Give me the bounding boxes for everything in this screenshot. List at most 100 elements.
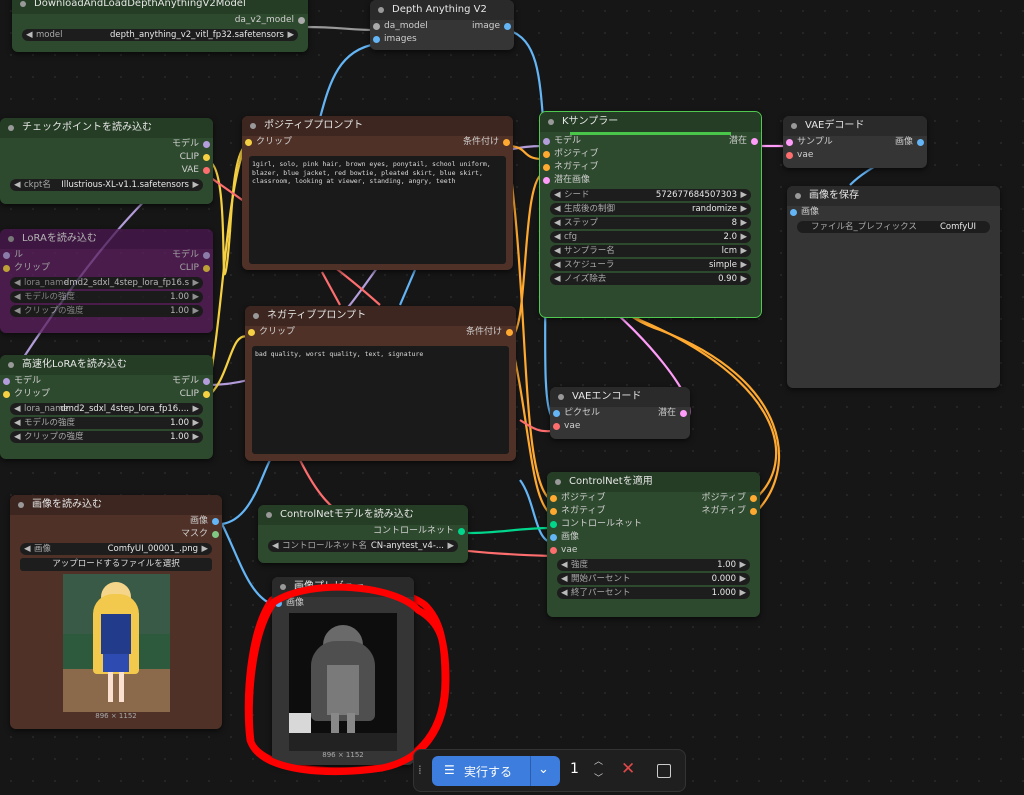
arrow-left-icon[interactable]: ◀: [14, 305, 21, 317]
output-socket[interactable]: [203, 378, 210, 385]
arrow-left-icon[interactable]: ◀: [554, 203, 561, 215]
image-combo[interactable]: ◀ 画像 ComfyUI_00001_.png ▶: [20, 543, 212, 555]
output-socket[interactable]: [750, 508, 757, 515]
node-positive-prompt[interactable]: ポジティブプロンプト クリップ 条件付け 1girl, solo, pink ha…: [242, 116, 513, 270]
node-save-image[interactable]: 画像を保存 画像 ファイル名_プレフィックス ComfyUI: [787, 186, 1000, 388]
clear-queue-icon[interactable]: [657, 764, 671, 778]
strength-widget[interactable]: ◀ 強度 1.00 ▶: [557, 559, 750, 571]
node-da-loader[interactable]: DownloadAndLoadDepthAnythingV2Model da_v…: [12, 0, 308, 52]
arrow-left-icon[interactable]: ◀: [272, 540, 279, 552]
steps-widget[interactable]: ◀ ステップ 8 ▶: [550, 217, 751, 229]
model-combo[interactable]: ◀ model depth_anything_v2_vitl_fp32.safete…: [22, 29, 298, 41]
node-checkpoint[interactable]: チェックポイントを読み込む モデル CLIP VAE ◀ ckpt名 Illustr…: [0, 118, 213, 204]
arrow-left-icon[interactable]: ◀: [554, 217, 561, 229]
output-socket[interactable]: [203, 391, 210, 398]
input-socket[interactable]: [543, 164, 550, 171]
scheduler-widget[interactable]: ◀ スケジューラ simple ▶: [550, 259, 751, 271]
arrow-right-icon[interactable]: ▶: [739, 559, 746, 571]
output-socket[interactable]: [298, 17, 305, 24]
arrow-left-icon[interactable]: ◀: [14, 417, 21, 429]
clip-strength[interactable]: ◀ クリップの強度 1.00 ▶: [10, 431, 203, 443]
arrow-left-icon[interactable]: ◀: [14, 403, 21, 415]
drag-handle-icon[interactable]: ⁞: [418, 763, 422, 777]
input-socket[interactable]: [248, 329, 255, 336]
arrow-right-icon[interactable]: ▶: [192, 179, 199, 191]
node-vae-decode[interactable]: VAEデコード サンプル 画像 vae: [783, 116, 927, 168]
ckpt-combo[interactable]: ◀ ckpt名 Illustrious-XL-v1.1.safetensors ▶: [10, 179, 203, 191]
batch-count[interactable]: 1: [570, 761, 579, 777]
input-socket[interactable]: [543, 138, 550, 145]
input-socket[interactable]: [550, 534, 557, 541]
node-ksampler[interactable]: Kサンプラー モデル 潜在 ポジティブ ネガティブ 潜在画像 ◀ シード 572677…: [539, 111, 762, 318]
arrow-left-icon[interactable]: ◀: [561, 587, 568, 599]
prompt-textarea[interactable]: 1girl, solo, pink hair, brown eyes, pony…: [249, 156, 506, 264]
output-socket[interactable]: [212, 518, 219, 525]
input-socket[interactable]: [786, 152, 793, 159]
run-button[interactable]: ☰ 実行する ⌄: [432, 756, 560, 786]
arrow-right-icon[interactable]: ▶: [192, 403, 199, 415]
seed-widget[interactable]: ◀ シード 572677684507303 ▶: [550, 189, 751, 201]
input-socket[interactable]: [543, 177, 550, 184]
input-socket[interactable]: [550, 547, 557, 554]
output-socket[interactable]: [203, 167, 210, 174]
arrow-left-icon[interactable]: ◀: [554, 189, 561, 201]
input-socket[interactable]: [550, 495, 557, 502]
arrow-left-icon[interactable]: ◀: [554, 245, 561, 257]
arrow-right-icon[interactable]: ▶: [447, 540, 454, 552]
decrement-icon[interactable]: ﹀: [594, 771, 603, 784]
upload-button[interactable]: アップロードするファイルを選択: [20, 558, 212, 571]
lora-combo[interactable]: ◀ lora_name dmd2_sdxl_4step_lora_fp16.s ▶: [10, 277, 203, 289]
filename-prefix-widget[interactable]: ファイル名_プレフィックス ComfyUI: [797, 221, 990, 233]
cfg-widget[interactable]: ◀ cfg 2.0 ▶: [550, 231, 751, 243]
output-socket[interactable]: [751, 138, 758, 145]
output-socket[interactable]: [212, 531, 219, 538]
input-socket[interactable]: [3, 378, 10, 385]
arrow-right-icon[interactable]: ▶: [192, 305, 199, 317]
arrow-right-icon[interactable]: ▶: [740, 217, 747, 229]
arrow-right-icon[interactable]: ▶: [740, 231, 747, 243]
arrow-right-icon[interactable]: ▶: [192, 431, 199, 443]
input-socket[interactable]: [543, 151, 550, 158]
prompt-textarea[interactable]: bad quality, worst quality, text, signat…: [252, 346, 509, 454]
input-socket[interactable]: [373, 36, 380, 43]
input-socket[interactable]: [786, 139, 793, 146]
input-socket[interactable]: [3, 252, 10, 259]
input-socket[interactable]: [3, 265, 10, 272]
node-lora-fast[interactable]: 高速化LoRAを読み込む モデル モデル クリップ CLIP ◀ lora_name d…: [0, 355, 213, 459]
lora-combo[interactable]: ◀ lora_name dmd2_sdxl_4step_lora_fp16.... ▶: [10, 403, 203, 415]
output-socket[interactable]: [203, 265, 210, 272]
arrow-left-icon[interactable]: ◀: [554, 273, 561, 285]
arrow-right-icon[interactable]: ▶: [201, 543, 208, 555]
control-after-widget[interactable]: ◀ 生成後の制御 randomize ▶: [550, 203, 751, 215]
node-controlnet-apply[interactable]: ControlNetを適用 ポジティブ ポジティブ ネガティブ ネガティブ コントロ…: [547, 472, 760, 617]
arrow-right-icon[interactable]: ▶: [740, 259, 747, 271]
node-negative-prompt[interactable]: ネガティブプロンプト クリップ 条件付け bad quality, worst q…: [245, 306, 516, 461]
input-socket[interactable]: [550, 508, 557, 515]
arrow-left-icon[interactable]: ◀: [14, 277, 21, 289]
controlnet-combo[interactable]: ◀ コントロールネット名 CN-anytest_v4-... ▶: [268, 540, 458, 552]
arrow-left-icon[interactable]: ◀: [561, 559, 568, 571]
arrow-right-icon[interactable]: ▶: [287, 29, 294, 41]
input-socket[interactable]: [550, 521, 557, 528]
input-socket[interactable]: [3, 391, 10, 398]
output-socket[interactable]: [506, 329, 513, 336]
node-lora-bypassed[interactable]: LoRAを読み込む ルモデル クリップ CLIP ◀ lora_name dmd2_s…: [0, 229, 213, 333]
arrow-right-icon[interactable]: ▶: [192, 417, 199, 429]
arrow-left-icon[interactable]: ◀: [14, 179, 21, 191]
cancel-icon[interactable]: ✕: [621, 759, 635, 779]
output-socket[interactable]: [203, 154, 210, 161]
arrow-left-icon[interactable]: ◀: [24, 543, 31, 555]
input-socket[interactable]: [245, 139, 252, 146]
arrow-left-icon[interactable]: ◀: [554, 259, 561, 271]
output-socket[interactable]: [504, 23, 511, 30]
output-socket[interactable]: [750, 495, 757, 502]
node-depth-anything[interactable]: Depth Anything V2 da_model image images: [370, 0, 514, 50]
output-socket[interactable]: [503, 139, 510, 146]
node-preview-image[interactable]: 画像プレビュー 画像 896 × 1152: [272, 577, 414, 765]
model-strength[interactable]: ◀ モデルの強度 1.00 ▶: [10, 417, 203, 429]
output-socket[interactable]: [680, 410, 687, 417]
arrow-left-icon[interactable]: ◀: [14, 431, 21, 443]
arrow-right-icon[interactable]: ▶: [739, 587, 746, 599]
input-socket[interactable]: [553, 423, 560, 430]
arrow-left-icon[interactable]: ◀: [554, 231, 561, 243]
